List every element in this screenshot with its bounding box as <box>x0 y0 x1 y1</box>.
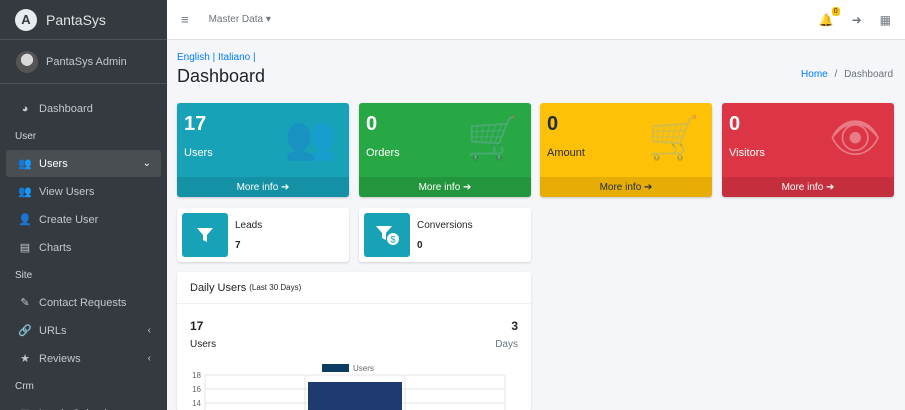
sidebar-item-label: Create User <box>39 213 99 226</box>
info-box-value: 0 <box>417 240 423 251</box>
users-stat-box: 17 Users 👥 More info ➔ <box>177 103 349 197</box>
visitors-stat-box: 0 Visitors 👁 More info ➔ <box>722 103 894 197</box>
notification-badge: 0 <box>831 7 840 16</box>
days-count: 3 <box>511 319 518 333</box>
breadcrumb: Home / Dashboard <box>801 69 893 80</box>
stat-label: Users <box>184 147 213 159</box>
brand-logo: A <box>15 8 37 31</box>
sidebar-item-dashboard[interactable]: ◕ Dashboard <box>6 95 161 122</box>
page-title: Dashboard <box>177 66 266 86</box>
sidebar-item-charts[interactable]: ▤ Charts <box>6 234 161 261</box>
stat-label: Orders <box>366 147 400 159</box>
link-icon: 🔗 <box>18 325 32 337</box>
user-name: PantaSys Admin <box>46 55 127 68</box>
amount-stat-box: 0 Amount 🛒 More info ➔ <box>540 103 712 197</box>
sidebar-item-label: Charts <box>39 241 72 254</box>
sidebar-item-label: Reviews <box>39 352 81 365</box>
sidebar-item-urls[interactable]: 🔗 URLs ‹ <box>6 317 161 344</box>
stat-label: Amount <box>547 147 585 159</box>
grid-icon[interactable]: ▦ <box>880 13 891 27</box>
sidebar-item-view-users[interactable]: 👥 View Users <box>6 178 161 205</box>
info-box-label: Leads <box>235 220 263 231</box>
user-panel[interactable]: PantaSys Admin <box>0 40 167 84</box>
card-header: Daily Users (Last 30 Days) <box>177 272 531 304</box>
users-icon: 👥 <box>284 114 337 161</box>
daily-users-chart: Users 18 16 14 <box>192 364 506 410</box>
chevron-left-icon: ‹ <box>147 353 151 364</box>
brand-name: PantaSys <box>46 11 106 28</box>
top-navbar: ≡ Master Data ▾ 🔔 0 ➜ ▦ <box>167 0 905 40</box>
card-subtitle: (Last 30 Days) <box>249 283 302 292</box>
sidebar-item-label: Dashboard <box>39 102 93 115</box>
breadcrumb-home[interactable]: Home <box>801 69 828 80</box>
sidebar-item-users[interactable]: 👥 Users ⌄ <box>6 150 161 177</box>
more-info-link[interactable]: More info ➔ <box>540 177 712 197</box>
cart-icon: 🛒 <box>647 114 700 161</box>
stat-value: 0 <box>547 113 559 135</box>
logout-icon[interactable]: ➜ <box>852 13 862 27</box>
users-icon: 👥 <box>18 186 32 198</box>
breadcrumb-current: Dashboard <box>844 69 893 80</box>
chevron-left-icon: ‹ <box>147 325 151 336</box>
users-icon: 👥 <box>18 158 32 170</box>
avatar <box>16 50 38 73</box>
filter-dollar-icon: $ <box>364 213 410 257</box>
star-icon: ★ <box>20 353 30 365</box>
menu-toggle-icon[interactable]: ≡ <box>181 12 189 27</box>
info-box-value: 7 <box>235 240 241 251</box>
bell-icon[interactable]: 🔔 0 <box>819 7 840 27</box>
nav-header-user: User <box>15 130 37 142</box>
legend-label: Users <box>353 364 374 373</box>
sidebar-nav: ◕ Dashboard User 👥 Users ⌄ 👥 View Users 👤 Create … <box>0 84 167 410</box>
days-count-label: Days <box>495 339 518 350</box>
cart-icon: 🛒 <box>466 114 519 161</box>
nav-header-crm: Crm <box>15 380 34 392</box>
stat-value: 17 <box>184 113 207 135</box>
language-switcher[interactable]: English | Italiano | <box>177 52 256 63</box>
leads-info-box: Leads 7 <box>177 208 349 262</box>
chevron-down-icon: ⌄ <box>142 158 151 169</box>
filter-icon <box>182 213 228 257</box>
daily-users-card: Daily Users (Last 30 Days) 17 Users 3 Da… <box>177 272 531 410</box>
sidebar-item-label: URLs <box>39 324 67 337</box>
orders-stat-box: 0 Orders 🛒 More info ➔ <box>359 103 531 197</box>
y-tick-label: 14 <box>192 399 201 408</box>
sidebar-item-label: View Users <box>39 185 95 198</box>
y-tick-label: 16 <box>192 385 201 394</box>
eye-icon: 👁 <box>828 114 882 161</box>
sidebar-item-label: Users <box>39 157 68 170</box>
user-plus-icon: 👤 <box>18 214 32 226</box>
nav-header-site: Site <box>15 269 33 281</box>
bar <box>308 382 402 410</box>
sidebar-item-create-user[interactable]: 👤 Create User <box>6 206 161 233</box>
breadcrumb-separator: / <box>834 69 838 80</box>
stat-value: 0 <box>729 113 741 135</box>
conversions-info-box: $ Conversions 0 <box>359 208 531 262</box>
chart-icon: ▤ <box>19 242 31 254</box>
sidebar-item-contact-requests[interactable]: ✎ Contact Requests <box>6 289 161 316</box>
card-title: Daily Users <box>190 281 247 294</box>
users-count: 17 <box>190 319 204 333</box>
content: English | Italiano | Dashboard Home / Da… <box>167 40 905 410</box>
more-info-link[interactable]: More info ➔ <box>359 177 531 197</box>
legend-swatch <box>322 364 349 372</box>
y-tick-label: 18 <box>192 371 201 380</box>
edit-icon: ✎ <box>20 297 30 309</box>
stat-value: 0 <box>366 113 378 135</box>
users-count-label: Users <box>190 339 217 350</box>
dashboard-icon: ◕ <box>21 102 29 115</box>
sidebar: A PantaSys PantaSys Admin ◕ Dashboard User… <box>0 0 167 410</box>
sidebar-item-reviews[interactable]: ★ Reviews ‹ <box>6 345 161 372</box>
stat-label: Visitors <box>729 147 765 159</box>
info-box-label: Conversions <box>417 220 473 231</box>
brand-link[interactable]: A PantaSys <box>0 0 167 40</box>
navbar-right: 🔔 0 ➜ ▦ <box>819 0 891 40</box>
sidebar-item-label: Contact Requests <box>39 296 127 309</box>
more-info-link[interactable]: More info ➔ <box>177 177 349 197</box>
svg-text:$: $ <box>390 235 395 245</box>
more-info-link[interactable]: More info ➔ <box>722 177 894 197</box>
master-data-dropdown[interactable]: Master Data ▾ <box>209 14 271 25</box>
sidebar-item-leads-calendar[interactable]: ▦Leads Calendar <box>6 400 161 410</box>
